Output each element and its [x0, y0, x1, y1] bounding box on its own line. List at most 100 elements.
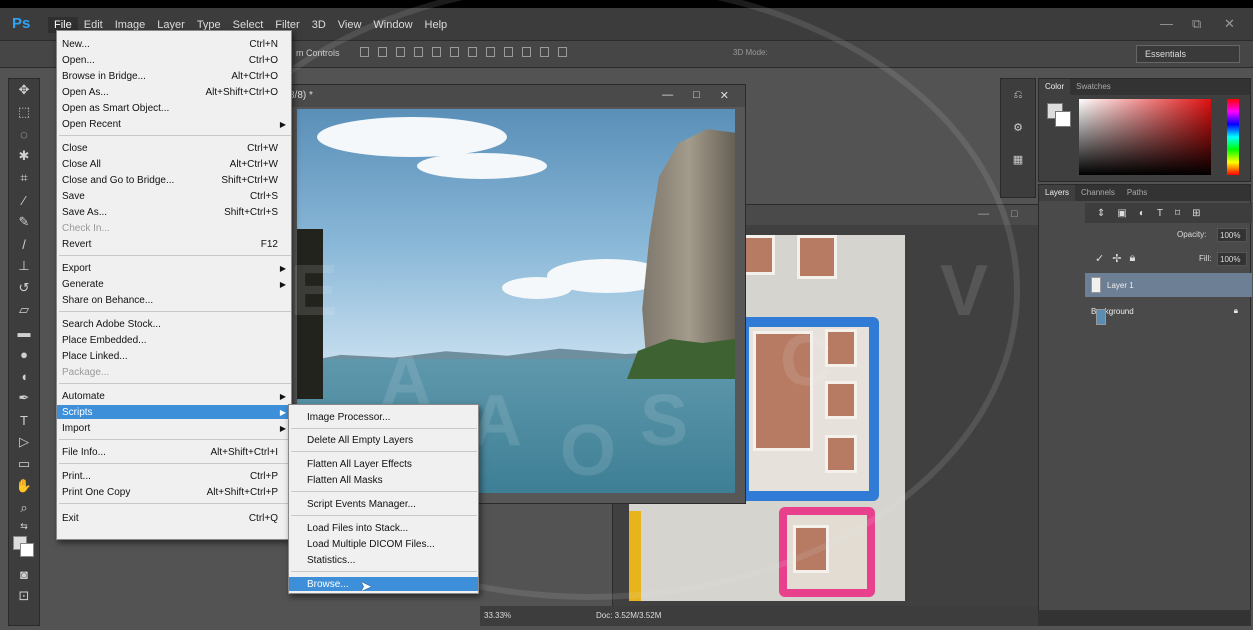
menu-place-linked[interactable]: Place Linked... — [57, 349, 291, 363]
align-center-icon[interactable] — [432, 47, 441, 57]
menu-save-as[interactable]: Save As... Shift+Ctrl+S — [57, 205, 291, 219]
menu-export[interactable]: Export ▶ — [57, 261, 291, 275]
path-select-tool-icon[interactable]: ▷ — [9, 431, 39, 453]
align-left-icon[interactable] — [414, 47, 423, 57]
filter-kind-icon[interactable]: ⇕ — [1097, 208, 1105, 219]
doc2-minimize-icon[interactable]: — — [978, 208, 989, 221]
properties-panel-icon[interactable]: ⚙ — [1001, 111, 1035, 143]
tab-layers[interactable]: Layers — [1039, 185, 1076, 201]
menu-search-adobe-stock[interactable]: Search Adobe Stock... — [57, 317, 291, 331]
menu-new[interactable]: New... Ctrl+N — [57, 37, 291, 51]
crop-tool-icon[interactable]: ⌗ — [9, 167, 39, 189]
clone-stamp-tool-icon[interactable]: ⊥ — [9, 255, 39, 277]
lasso-tool-icon[interactable]: ◌ — [9, 123, 39, 145]
filter-pixel-icon[interactable]: ▣ — [1117, 208, 1126, 219]
doc-minimize-icon[interactable]: — — [662, 89, 673, 102]
align-bottom-icon[interactable] — [396, 47, 405, 57]
menu-open-as[interactable]: Open As... Alt+Shift+Ctrl+O — [57, 85, 291, 99]
opacity-input[interactable]: 100% — [1217, 228, 1247, 242]
doc-maximize-icon[interactable]: □ — [693, 89, 700, 102]
menu-automate[interactable]: Automate ▶ — [57, 389, 291, 403]
align-middle-icon[interactable] — [378, 47, 387, 57]
align-top-icon[interactable] — [360, 47, 369, 57]
lock-pixels-icon[interactable]: ✓ — [1095, 252, 1104, 265]
marquee-tool-icon[interactable]: ⬚ — [9, 101, 39, 123]
script-image-processor[interactable]: Image Processor... — [289, 410, 478, 424]
tab-color[interactable]: Color — [1039, 79, 1071, 95]
menu-scripts[interactable]: Scripts ▶ — [57, 405, 291, 419]
distribute-left-icon[interactable] — [522, 47, 531, 57]
background-color[interactable] — [20, 543, 34, 557]
tab-paths[interactable]: Paths — [1121, 185, 1153, 201]
script-load-files-stack[interactable]: Load Files into Stack... — [289, 521, 478, 535]
menu-save[interactable]: Save Ctrl+S — [57, 189, 291, 203]
layer-row-layer-1[interactable]: Layer 1 — [1085, 273, 1252, 297]
menu-open[interactable]: Open... Ctrl+O — [57, 53, 291, 67]
doc-close-icon[interactable]: ✕ — [720, 89, 729, 102]
menu-close[interactable]: Close Ctrl+W — [57, 141, 291, 155]
menu-view[interactable]: View — [332, 17, 368, 33]
distribute-top-icon[interactable] — [468, 47, 477, 57]
history-brush-tool-icon[interactable]: ↺ — [9, 277, 39, 299]
menu-file-info[interactable]: File Info... Alt+Shift+Ctrl+I — [57, 445, 291, 459]
eraser-tool-icon[interactable]: ▱ — [9, 299, 39, 321]
script-statistics[interactable]: Statistics... — [289, 553, 478, 567]
fill-input[interactable]: 100% — [1217, 252, 1247, 266]
lock-all-icon[interactable]: 🔒︎ — [1129, 252, 1135, 265]
menu-import[interactable]: Import ▶ — [57, 421, 291, 435]
script-load-dicom[interactable]: Load Multiple DICOM Files... — [289, 537, 478, 551]
script-flatten-layer-effects[interactable]: Flatten All Layer Effects — [289, 457, 478, 471]
menu-window[interactable]: Window — [367, 17, 418, 33]
blur-tool-icon[interactable]: ● — [9, 343, 39, 365]
dodge-tool-icon[interactable]: ◖ — [9, 365, 39, 387]
eyedropper-tool-icon[interactable]: ⁄ — [9, 189, 39, 211]
gradient-tool-icon[interactable]: ▬ — [9, 321, 39, 343]
distribute-middle-icon[interactable] — [486, 47, 495, 57]
distribute-right-icon[interactable] — [558, 47, 567, 57]
brush-tool-icon[interactable]: / — [9, 233, 39, 255]
tab-channels[interactable]: Channels — [1075, 185, 1121, 201]
menu-generate[interactable]: Generate ▶ — [57, 277, 291, 291]
tab-swatches[interactable]: Swatches — [1070, 79, 1117, 95]
rectangle-tool-icon[interactable]: ▭ — [9, 453, 39, 475]
type-tool-icon[interactable]: T — [9, 409, 39, 431]
menu-exit[interactable]: Exit Ctrl+Q — [57, 511, 291, 525]
doc2-maximize-icon[interactable]: □ — [1011, 208, 1018, 221]
filter-type-icon[interactable]: T — [1157, 208, 1163, 219]
healing-brush-tool-icon[interactable]: ✎ — [9, 211, 39, 233]
restore-icon[interactable]: ⧉ — [1192, 16, 1201, 32]
script-events-manager[interactable]: Script Events Manager... — [289, 497, 478, 511]
move-tool-icon[interactable]: ✥ — [9, 79, 39, 101]
color-field[interactable] — [1079, 99, 1211, 175]
filter-shape-icon[interactable]: ⌑ — [1175, 208, 1180, 219]
transform-controls-label[interactable]: m Controls — [296, 48, 340, 58]
menu-close-all[interactable]: Close All Alt+Ctrl+W — [57, 157, 291, 171]
pen-tool-icon[interactable]: ✒ — [9, 387, 39, 409]
menu-help[interactable]: Help — [419, 17, 454, 33]
history-panel-icon[interactable]: ⎌ — [1001, 79, 1035, 111]
menu-print[interactable]: Print... Ctrl+P — [57, 469, 291, 483]
menu-close-go-bridge[interactable]: Close and Go to Bridge... Shift+Ctrl+W — [57, 173, 291, 187]
menu-revert[interactable]: Revert F12 — [57, 237, 291, 251]
lock-position-icon[interactable]: ✢ — [1112, 252, 1121, 265]
menu-place-embedded[interactable]: Place Embedded... — [57, 333, 291, 347]
quick-mask-icon[interactable]: ◙ — [9, 563, 39, 585]
minimize-icon[interactable]: — — [1160, 16, 1173, 31]
zoom-tool-icon[interactable]: ⌕ — [9, 497, 39, 519]
filter-adjustment-icon[interactable]: ◐ — [1139, 208, 1145, 219]
workspace-select[interactable]: Essentials — [1136, 45, 1240, 63]
quick-select-tool-icon[interactable]: ✱ — [9, 145, 39, 167]
menu-browse-in-bridge[interactable]: Browse in Bridge... Alt+Ctrl+O — [57, 69, 291, 83]
layer-row-background[interactable]: Background 🔒︎ — [1085, 299, 1252, 325]
zoom-level[interactable]: 33.33% — [484, 611, 511, 620]
menu-open-smart-object[interactable]: Open as Smart Object... — [57, 101, 291, 115]
distribute-center-icon[interactable] — [540, 47, 549, 57]
align-right-icon[interactable] — [450, 47, 459, 57]
close-icon[interactable]: ✕ — [1224, 16, 1235, 32]
menu-share-behance[interactable]: Share on Behance... — [57, 293, 291, 307]
menu-open-recent[interactable]: Open Recent ▶ — [57, 117, 291, 131]
hue-slider[interactable] — [1227, 99, 1239, 175]
screen-mode-icon[interactable]: ⊡ — [9, 585, 39, 607]
swap-colors-icon[interactable]: ⇆ — [9, 519, 39, 533]
color-swatches[interactable] — [9, 533, 39, 563]
